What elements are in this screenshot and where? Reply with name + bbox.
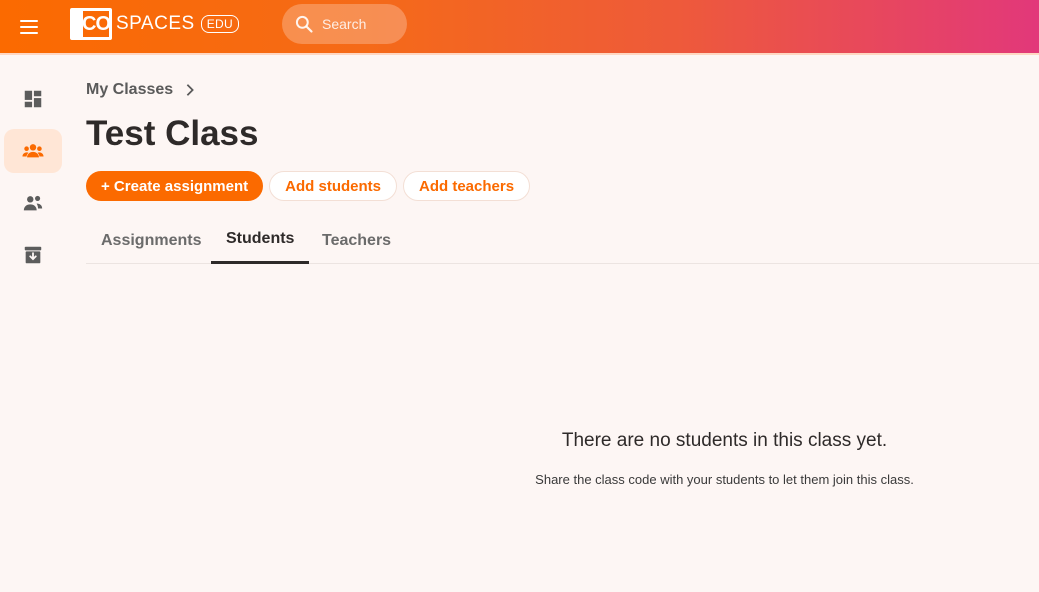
empty-state-title: There are no students in this class yet.: [561, 430, 888, 451]
add-students-button[interactable]: Add students: [269, 171, 397, 201]
chevron-right-icon: [186, 84, 195, 96]
empty-state: There are no students in this class yet.…: [410, 430, 1039, 487]
sidebar-item-classes[interactable]: [4, 129, 62, 173]
hamburger-menu-icon[interactable]: [20, 15, 46, 39]
logo-wordmark: SPACES: [116, 13, 195, 34]
classes-icon: [22, 144, 44, 158]
dashboard-icon: [24, 90, 42, 108]
empty-state-subtitle: Share the class code with your students …: [535, 472, 914, 487]
sidebar: [0, 57, 70, 592]
search-placeholder: Search: [322, 16, 367, 32]
breadcrumb: My Classes: [86, 81, 197, 99]
tab-bar: Assignments Students Teachers: [86, 217, 1039, 264]
search-icon: [295, 15, 313, 33]
top-bar: CO SPACES EDU Search: [0, 0, 1039, 55]
sidebar-item-archive[interactable]: [4, 233, 62, 277]
tab-assignments[interactable]: Assignments: [86, 217, 216, 264]
tab-teachers[interactable]: Teachers: [307, 217, 406, 264]
logo-mark: CO: [70, 8, 112, 40]
cospaces-logo[interactable]: CO SPACES EDU: [70, 8, 239, 40]
sidebar-item-users[interactable]: [4, 181, 62, 225]
breadcrumb-my-classes[interactable]: My Classes: [86, 81, 173, 99]
archive-icon: [24, 246, 42, 264]
users-icon: [23, 195, 43, 211]
page-title: Test Class: [86, 114, 259, 153]
create-assignment-button[interactable]: + Create assignment: [86, 171, 264, 201]
sidebar-item-dashboard[interactable]: [4, 77, 62, 121]
add-teachers-button[interactable]: Add teachers: [403, 171, 531, 201]
action-buttons: + Create assignment Add students Add tea…: [86, 171, 531, 201]
tab-students[interactable]: Students: [211, 217, 310, 264]
search-input[interactable]: Search: [282, 4, 407, 44]
logo-edu-badge: EDU: [200, 15, 239, 33]
